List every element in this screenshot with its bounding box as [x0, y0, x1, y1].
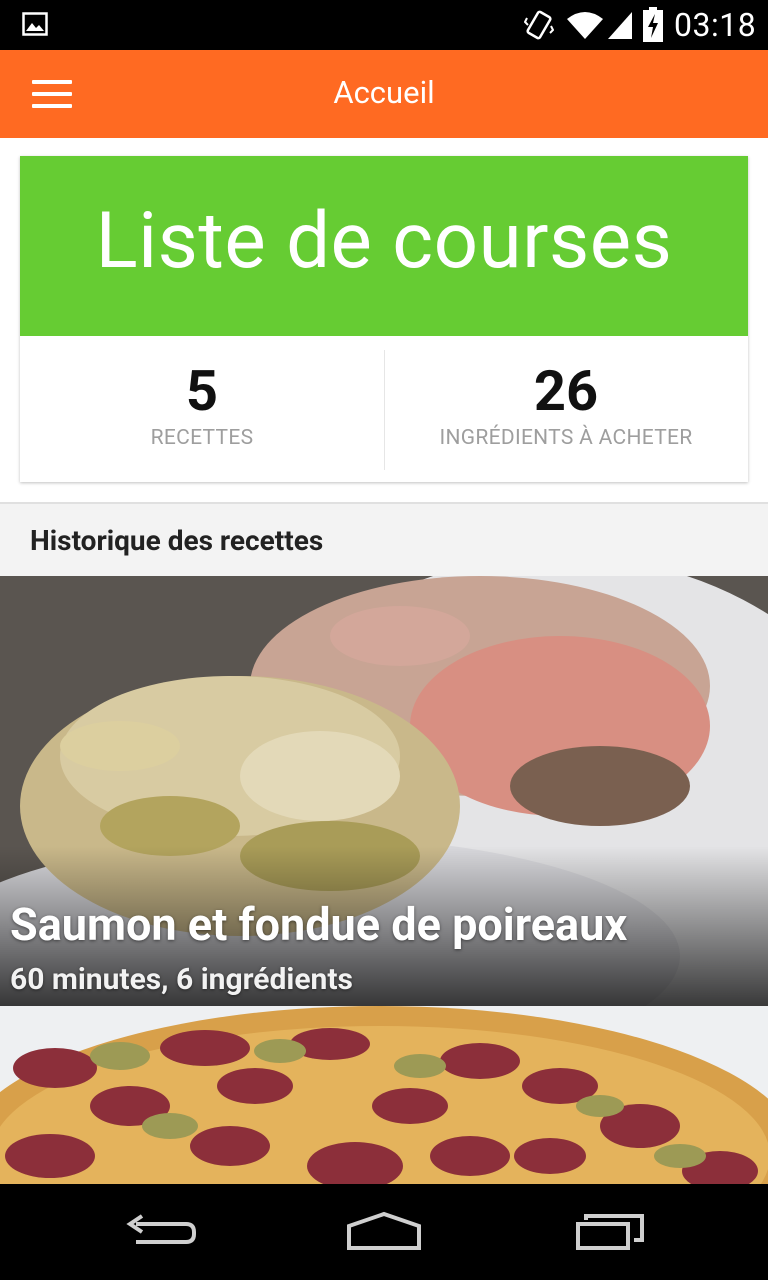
page-title: Accueil — [333, 74, 435, 111]
app-bar: Accueil — [0, 50, 768, 138]
recipes-label: RECETTES — [150, 426, 254, 450]
vibrate-icon — [524, 10, 554, 40]
recents-icon — [576, 1214, 644, 1250]
recipes-count: 5 — [185, 358, 219, 424]
recents-button[interactable] — [552, 1202, 662, 1262]
recipe-meta: 60 minutes, 6 ingrédients — [10, 962, 353, 997]
home-icon — [347, 1211, 421, 1250]
back-button[interactable] — [106, 1202, 216, 1262]
recipe-photo — [0, 1006, 768, 1184]
navigation-bar — [0, 1184, 768, 1280]
home-button[interactable] — [329, 1202, 439, 1262]
history-section-header: Historique des recettes — [0, 502, 768, 576]
recipes-stat: 5 RECETTES — [20, 336, 384, 482]
status-bar: 03:18 — [0, 0, 768, 50]
ingredients-label: INGRÉDIENTS À ACHETER — [439, 426, 693, 450]
ingredients-stat: 26 INGRÉDIENTS À ACHETER — [384, 336, 748, 482]
recipe-title: Saumon et fondue de poireaux — [10, 898, 628, 951]
shopping-list-banner: Liste de courses — [20, 156, 748, 336]
shopping-list-card[interactable]: Liste de courses 5 RECETTES 26 INGRÉDIEN… — [20, 156, 748, 482]
status-clock: 03:18 — [674, 6, 757, 44]
back-icon — [126, 1214, 196, 1244]
shopping-list-title: Liste de courses — [95, 196, 673, 287]
recipe-card-saumon[interactable]: Saumon et fondue de poireaux 60 minutes,… — [0, 576, 768, 1006]
gallery-icon — [22, 12, 48, 36]
recipe-card-quiche[interactable] — [0, 1006, 768, 1184]
history-section-title: Historique des recettes — [30, 524, 324, 557]
signal-icon — [608, 12, 632, 39]
ingredients-count: 26 — [533, 358, 599, 424]
wifi-icon — [567, 12, 603, 39]
battery-charging-icon — [643, 7, 663, 42]
